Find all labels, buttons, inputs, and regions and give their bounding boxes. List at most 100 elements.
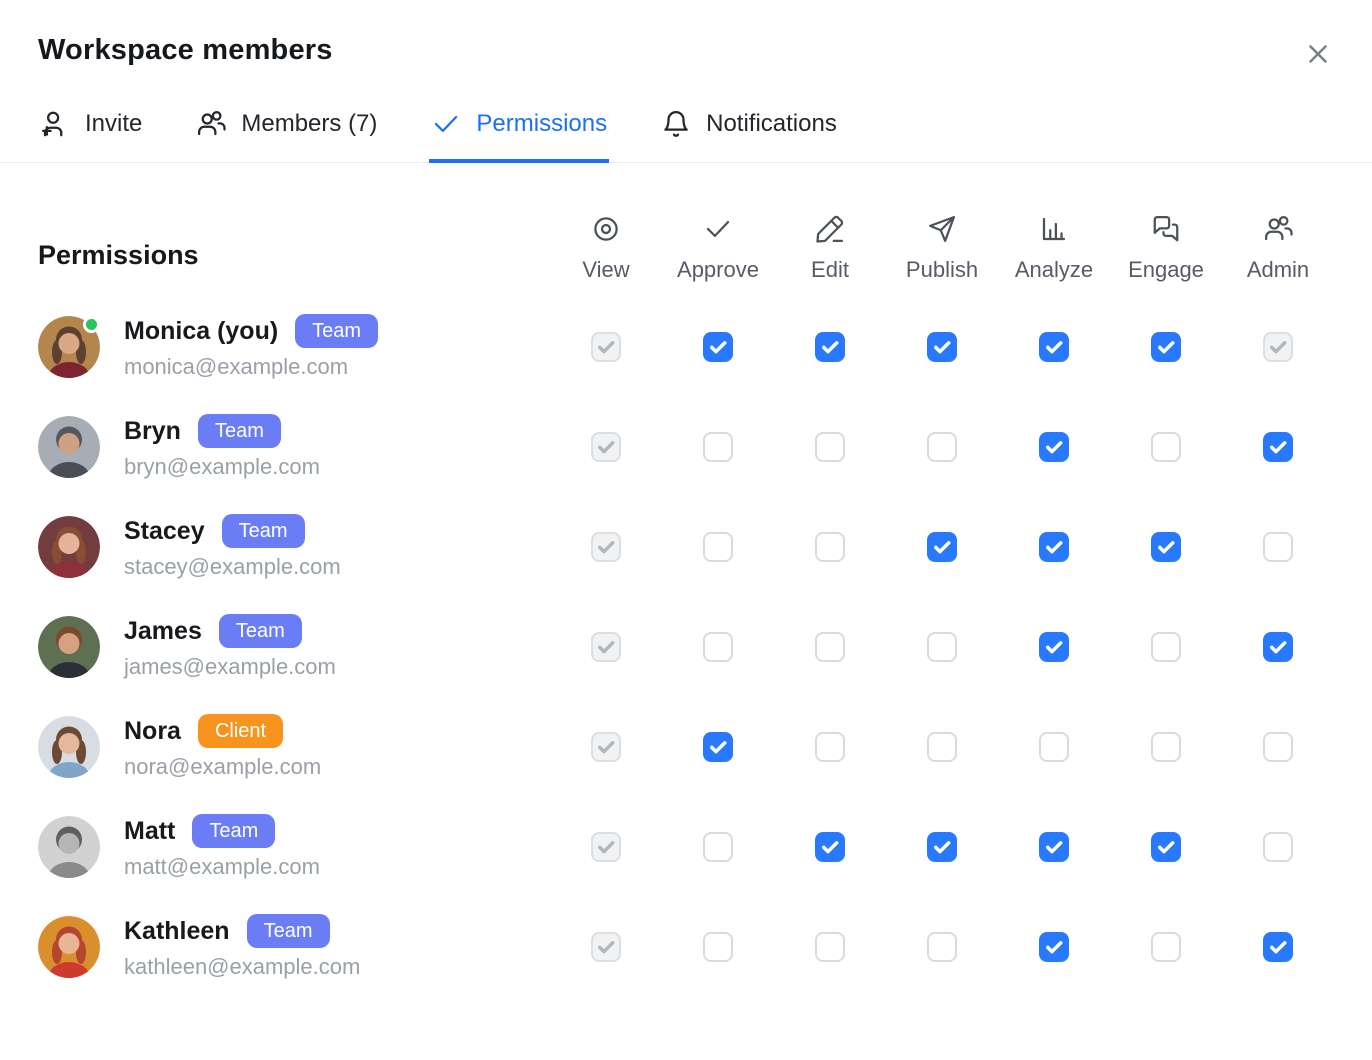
member-info: Monica (you)Teammonica@example.com	[124, 314, 378, 379]
member-email: nora@example.com	[124, 755, 321, 779]
tab-invite[interactable]: Invite	[38, 109, 144, 163]
checkbox-engage[interactable]	[1151, 632, 1181, 662]
role-badge: Team	[222, 514, 305, 548]
checkbox-approve[interactable]	[703, 732, 733, 762]
checkmark-icon	[1156, 837, 1176, 857]
column-header-edit: Edit	[774, 214, 886, 297]
checkmark-icon	[1044, 437, 1064, 457]
checkbox-engage[interactable]	[1151, 432, 1181, 462]
permissions-table-body: Monica (you)Teammonica@example.com BrynTe…	[0, 297, 1372, 997]
avatar	[38, 416, 100, 478]
checkbox-edit[interactable]	[815, 332, 845, 362]
chat-bubbles-icon	[1151, 214, 1181, 244]
checkbox-cell-engage	[1110, 932, 1222, 962]
checkmark-icon	[708, 337, 728, 357]
column-header-view: View	[550, 214, 662, 297]
member-email: matt@example.com	[124, 855, 320, 879]
member-name: Stacey	[124, 518, 205, 546]
checkbox-approve[interactable]	[703, 932, 733, 962]
bar-chart-icon	[1039, 214, 1069, 244]
checkbox-analyze[interactable]	[1039, 632, 1069, 662]
checkbox-analyze[interactable]	[1039, 532, 1069, 562]
member-cell: BrynTeambryn@example.com	[38, 414, 550, 479]
checkbox-cell-edit	[774, 932, 886, 962]
checkmark-icon	[1044, 637, 1064, 657]
checkbox-publish[interactable]	[927, 532, 957, 562]
checkbox-engage[interactable]	[1151, 832, 1181, 862]
checkbox-edit[interactable]	[815, 632, 845, 662]
column-header-analyze: Analyze	[998, 214, 1110, 297]
checkbox-admin[interactable]	[1263, 832, 1293, 862]
checkbox-analyze[interactable]	[1039, 732, 1069, 762]
checkbox-approve[interactable]	[703, 332, 733, 362]
checkbox-engage[interactable]	[1151, 932, 1181, 962]
checkbox-engage[interactable]	[1151, 732, 1181, 762]
checkbox-approve[interactable]	[703, 832, 733, 862]
member-cell: JamesTeamjames@example.com	[38, 614, 550, 679]
checkbox-publish[interactable]	[927, 632, 957, 662]
checkbox-cell-publish	[886, 832, 998, 862]
checkmark-icon	[1156, 337, 1176, 357]
checkmark-icon	[1156, 537, 1176, 557]
checkbox-admin[interactable]	[1263, 532, 1293, 562]
tab-label: Members (7)	[241, 112, 377, 136]
checkbox-approve[interactable]	[703, 532, 733, 562]
checkbox-edit[interactable]	[815, 932, 845, 962]
avatar-image	[38, 416, 100, 478]
checkbox-analyze[interactable]	[1039, 832, 1069, 862]
page-title: Workspace members	[38, 34, 1334, 67]
pen-icon	[815, 214, 845, 244]
checkbox-cell-engage	[1110, 332, 1222, 362]
close-button[interactable]	[1300, 36, 1336, 72]
checkmark-icon	[932, 537, 952, 557]
checkbox-cell-view	[550, 832, 662, 862]
checkbox-publish[interactable]	[927, 932, 957, 962]
checkbox-view	[591, 932, 621, 962]
checkbox-cell-edit	[774, 632, 886, 662]
column-header-approve: Approve	[662, 214, 774, 297]
checkbox-admin[interactable]	[1263, 932, 1293, 962]
member-row-matt: MattTeammatt@example.com	[0, 797, 1372, 897]
checkbox-publish[interactable]	[927, 732, 957, 762]
checkbox-cell-view	[550, 932, 662, 962]
checkbox-analyze[interactable]	[1039, 332, 1069, 362]
checkbox-view	[591, 432, 621, 462]
checkbox-analyze[interactable]	[1039, 432, 1069, 462]
checkbox-publish[interactable]	[927, 832, 957, 862]
checkmark-icon	[1268, 637, 1288, 657]
checkbox-edit[interactable]	[815, 432, 845, 462]
checkbox-edit[interactable]	[815, 532, 845, 562]
checkbox-cell-publish	[886, 732, 998, 762]
member-name: Matt	[124, 818, 175, 846]
role-badge: Team	[295, 314, 378, 348]
avatar-image	[38, 616, 100, 678]
checkbox-analyze[interactable]	[1039, 932, 1069, 962]
checkmark-icon	[820, 337, 840, 357]
checkbox-admin[interactable]	[1263, 432, 1293, 462]
tab-permissions[interactable]: Permissions	[429, 109, 609, 163]
users-icon	[196, 109, 226, 139]
checkbox-approve[interactable]	[703, 432, 733, 462]
tab-notifications[interactable]: Notifications	[659, 109, 839, 163]
checkbox-publish[interactable]	[927, 432, 957, 462]
checkbox-admin[interactable]	[1263, 732, 1293, 762]
checkbox-cell-analyze	[998, 832, 1110, 862]
checkbox-engage[interactable]	[1151, 532, 1181, 562]
member-email: bryn@example.com	[124, 455, 320, 479]
checkbox-approve[interactable]	[703, 632, 733, 662]
tab-members[interactable]: Members (7)	[194, 109, 379, 163]
member-row-nora: NoraClientnora@example.com	[0, 697, 1372, 797]
check-icon	[431, 109, 461, 139]
checkbox-cell-analyze	[998, 532, 1110, 562]
tab-label: Notifications	[706, 112, 837, 136]
checkbox-publish[interactable]	[927, 332, 957, 362]
column-label: Approve	[677, 259, 759, 281]
member-row-stacey: StaceyTeamstacey@example.com	[0, 497, 1372, 597]
checkbox-edit[interactable]	[815, 832, 845, 862]
checkbox-cell-approve	[662, 732, 774, 762]
checkbox-edit[interactable]	[815, 732, 845, 762]
checkbox-admin[interactable]	[1263, 632, 1293, 662]
checkmark-icon	[1044, 937, 1064, 957]
member-cell: NoraClientnora@example.com	[38, 714, 550, 779]
checkbox-engage[interactable]	[1151, 332, 1181, 362]
